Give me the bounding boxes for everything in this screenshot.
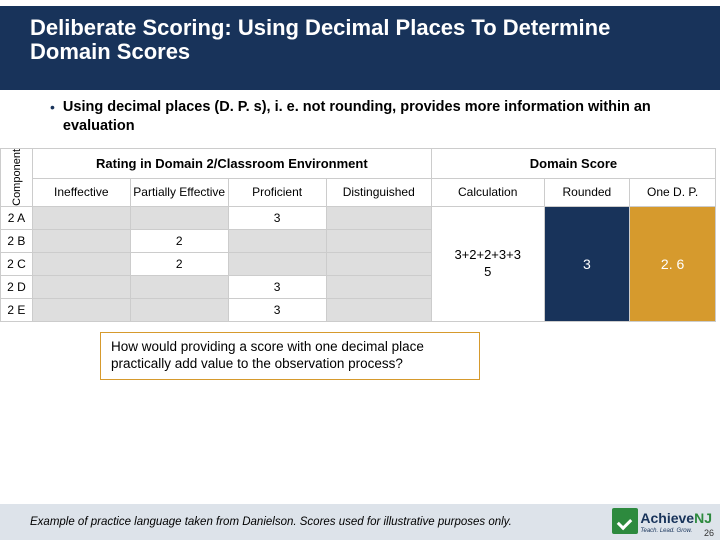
checkmark-icon	[612, 508, 638, 534]
row-2b-label: 2 B	[1, 229, 33, 252]
col-partially: Partially Effective	[130, 178, 228, 206]
col-ineffective: Ineffective	[32, 178, 130, 206]
calc-top: 3+2+2+3+3	[454, 247, 521, 262]
cell	[32, 229, 130, 252]
col-rounded: Rounded	[544, 178, 630, 206]
calc-bottom: 5	[484, 264, 491, 279]
col-distinguished: Distinguished	[326, 178, 431, 206]
cell	[32, 275, 130, 298]
cell-2a-proficient: 3	[228, 206, 326, 229]
cell	[32, 252, 130, 275]
cell-2b-partially: 2	[130, 229, 228, 252]
cell	[326, 206, 431, 229]
question-box: How would providing a score with one dec…	[100, 332, 480, 380]
scoring-table: Component Rating in Domain 2/Classroom E…	[0, 148, 716, 322]
achieve-nj-logo: AchieveNJ Teach. Lead. Grow.	[612, 508, 712, 534]
component-label: Component	[1, 149, 33, 207]
row-2a-label: 2 A	[1, 206, 33, 229]
cell-2d-proficient: 3	[228, 275, 326, 298]
calc-cell: 3+2+2+3+3 5	[431, 206, 544, 321]
cell	[32, 298, 130, 321]
cell	[130, 275, 228, 298]
col-onedp: One D. P.	[630, 178, 716, 206]
col-proficient: Proficient	[228, 178, 326, 206]
cell	[228, 252, 326, 275]
page-number: 26	[704, 528, 714, 538]
domain-score-header: Domain Score	[431, 149, 715, 178]
rating-header: Rating in Domain 2/Classroom Environment	[32, 149, 431, 178]
cell	[326, 252, 431, 275]
rounded-cell: 3	[544, 206, 630, 321]
footer-text: Example of practice language taken from …	[30, 516, 710, 529]
bullet-area: • Using decimal places (D. P. s), i. e. …	[0, 90, 720, 148]
onedp-cell: 2. 6	[630, 206, 716, 321]
title-bar: Deliberate Scoring: Using Decimal Places…	[0, 6, 720, 90]
logo-tagline: Teach. Lead. Grow.	[640, 528, 712, 534]
logo-text: AchieveNJ	[640, 510, 712, 526]
cell	[130, 206, 228, 229]
row-2e-label: 2 E	[1, 298, 33, 321]
cell	[326, 275, 431, 298]
page-title: Deliberate Scoring: Using Decimal Places…	[30, 16, 690, 64]
col-calculation: Calculation	[431, 178, 544, 206]
cell	[326, 298, 431, 321]
cell-2e-proficient: 3	[228, 298, 326, 321]
cell	[326, 229, 431, 252]
cell	[130, 298, 228, 321]
cell	[228, 229, 326, 252]
cell	[32, 206, 130, 229]
cell-2c-partially: 2	[130, 252, 228, 275]
row-2d-label: 2 D	[1, 275, 33, 298]
row-2c-label: 2 C	[1, 252, 33, 275]
bullet-dot: •	[50, 98, 55, 116]
bullet-text: Using decimal places (D. P. s), i. e. no…	[63, 98, 690, 136]
